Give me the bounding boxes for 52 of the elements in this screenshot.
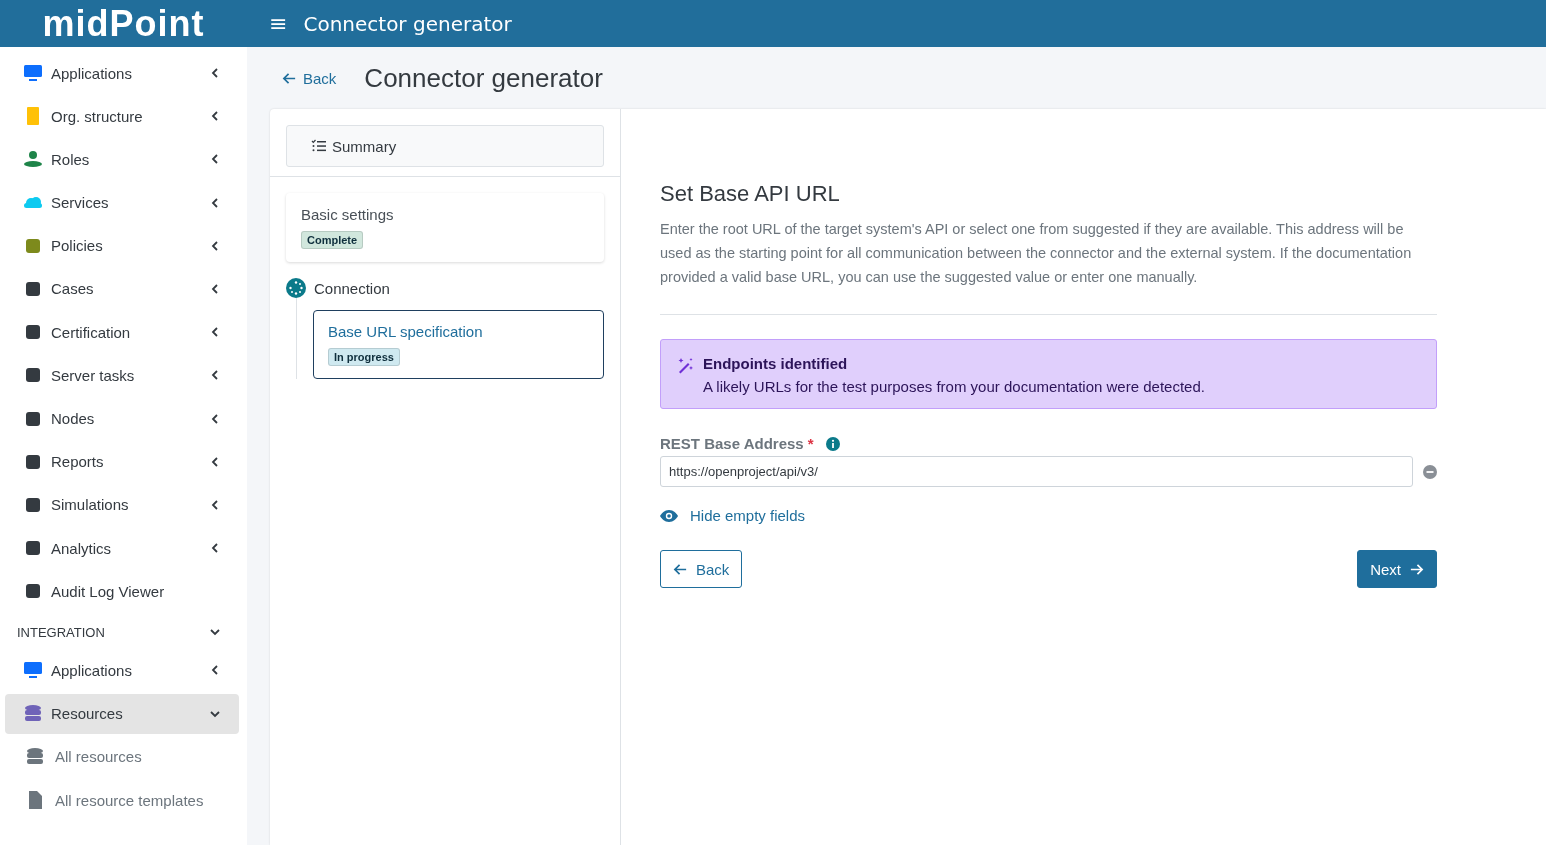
sidebar-item[interactable]: Certification [5, 312, 239, 353]
step-group-title: Connection [314, 279, 390, 297]
menu-icon[interactable]: ≡ [269, 11, 288, 36]
next-button[interactable]: Next [1357, 550, 1437, 588]
info-icon[interactable] [825, 436, 840, 451]
sidebar-item[interactable]: Policies [5, 225, 239, 266]
eye-icon [660, 509, 678, 522]
required-mark: * [807, 435, 814, 452]
logo[interactable]: midPoint [42, 2, 205, 45]
sidebar-item[interactable]: Nodes [5, 398, 239, 439]
header-title: Connector generator [303, 11, 512, 36]
sidebar-item[interactable]: Services [5, 182, 239, 223]
summary-button[interactable]: Summary [286, 125, 604, 167]
menu-item-icon [23, 703, 43, 724]
menu-item-icon [23, 660, 43, 681]
sidebar-item[interactable]: Analytics [5, 528, 239, 569]
step-title: Basic settings [301, 206, 394, 223]
sidebar-item[interactable]: Reports [5, 441, 239, 482]
alert-message: A likely URLs for the test purposes from your documentation were detected. [703, 378, 1205, 395]
url-field[interactable]: https://openproject/api/v3/ [660, 456, 1413, 487]
sidebar-subitem[interactable]: All resource templates [5, 780, 239, 820]
step-card[interactable]: Base URL specification In progress [313, 310, 604, 379]
field-label: REST Base Address [660, 435, 804, 452]
back-button[interactable]: Back [660, 550, 743, 588]
menu-item-icon [23, 63, 43, 83]
checklist-icon [311, 138, 327, 154]
sidebar-item[interactable]: Audit Log Viewer [5, 571, 239, 612]
sidebar-subitem[interactable]: All resources [5, 736, 239, 777]
sidebar-item[interactable]: Applications [5, 53, 239, 93]
sidebar-item[interactable]: Cases [5, 268, 239, 309]
step-title: Base URL specification [328, 323, 483, 340]
sidebar-item[interactable]: Applications [5, 650, 239, 691]
step-card[interactable]: Basic settings Complete [286, 193, 604, 262]
sidebar-item[interactable]: Server tasks [5, 355, 239, 396]
remove-icon[interactable] [1423, 464, 1437, 479]
sidebar-item[interactable]: Roles [5, 139, 239, 180]
menu-item-icon [23, 149, 43, 170]
section-title: Set Base API URL [660, 181, 841, 207]
page-title: Connector generator [364, 62, 603, 94]
sidebar-item[interactable]: Resources [5, 693, 239, 734]
status-badge: Complete [301, 231, 364, 249]
description-text: Enter the root URL of the target system's API or select one from suggested if they are available. This address will be used as the starting point for all communication between the connector and the external system. If the documentation provided a valid base URL, you can use the suggested value or enter one manually. [660, 220, 1413, 287]
sidebar-item[interactable]: Org. structure [5, 96, 239, 137]
back-link[interactable]: Back [282, 69, 337, 87]
spinner-icon [286, 278, 306, 298]
section-label: INTEGRATION [17, 624, 105, 640]
hide-empty-fields-link[interactable]: Hide empty fields [660, 507, 806, 524]
status-badge: In progress [328, 348, 400, 366]
alert-title: Endpoints identified [703, 355, 849, 372]
sidebar-item[interactable]: Simulations [5, 484, 239, 525]
magic-wand-icon [677, 357, 695, 375]
menu-item-icon [25, 746, 45, 767]
